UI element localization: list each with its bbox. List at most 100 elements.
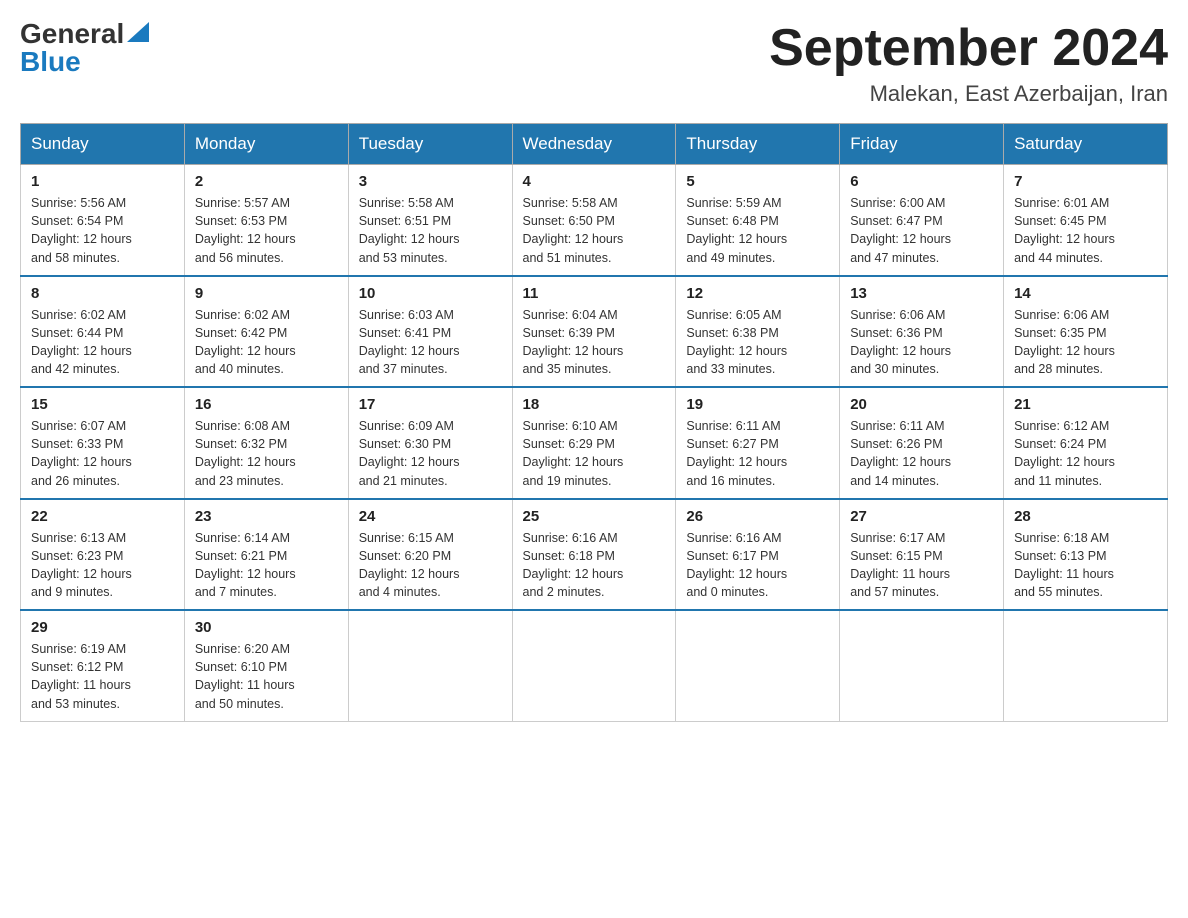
table-row: 18Sunrise: 6:10 AMSunset: 6:29 PMDayligh…: [512, 387, 676, 499]
day-info: Sunrise: 6:19 AMSunset: 6:12 PMDaylight:…: [31, 640, 174, 713]
day-info: Sunrise: 5:57 AMSunset: 6:53 PMDaylight:…: [195, 194, 338, 267]
day-number: 27: [850, 508, 993, 525]
table-row: [512, 610, 676, 721]
day-number: 20: [850, 396, 993, 413]
day-info: Sunrise: 6:11 AMSunset: 6:27 PMDaylight:…: [686, 417, 829, 490]
table-row: 24Sunrise: 6:15 AMSunset: 6:20 PMDayligh…: [348, 499, 512, 611]
title-area: September 2024 Malekan, East Azerbaijan,…: [769, 20, 1168, 107]
day-number: 17: [359, 396, 502, 413]
day-info: Sunrise: 5:59 AMSunset: 6:48 PMDaylight:…: [686, 194, 829, 267]
calendar-week-row: 1 Sunrise: 5:56 AMSunset: 6:54 PMDaylight…: [21, 165, 1168, 276]
logo-blue: Blue: [20, 48, 81, 76]
table-row: [1004, 610, 1168, 721]
logo-general: General: [20, 20, 124, 48]
day-info: Sunrise: 6:09 AMSunset: 6:30 PMDaylight:…: [359, 417, 502, 490]
day-info: Sunrise: 6:01 AMSunset: 6:45 PMDaylight:…: [1014, 194, 1157, 267]
table-row: 21 Sunrise: 6:12 AMSunset: 6:24 PMDayligh…: [1004, 387, 1168, 499]
day-info: Sunrise: 6:04 AMSunset: 6:39 PMDaylight:…: [523, 306, 666, 379]
day-info: Sunrise: 6:12 AMSunset: 6:24 PMDaylight:…: [1014, 417, 1157, 490]
day-info: Sunrise: 5:56 AMSunset: 6:54 PMDaylight:…: [31, 194, 174, 267]
day-number: 5: [686, 173, 829, 190]
day-info: Sunrise: 6:18 AMSunset: 6:13 PMDaylight:…: [1014, 529, 1157, 602]
table-row: 1 Sunrise: 5:56 AMSunset: 6:54 PMDaylight…: [21, 165, 185, 276]
table-row: 28 Sunrise: 6:18 AMSunset: 6:13 PMDayligh…: [1004, 499, 1168, 611]
table-row: 5 Sunrise: 5:59 AMSunset: 6:48 PMDaylight…: [676, 165, 840, 276]
table-row: 6 Sunrise: 6:00 AMSunset: 6:47 PMDaylight…: [840, 165, 1004, 276]
calendar-header-row: Sunday Monday Tuesday Wednesday Thursday…: [21, 124, 1168, 165]
table-row: 29 Sunrise: 6:19 AMSunset: 6:12 PMDayligh…: [21, 610, 185, 721]
logo-triangle-icon: [127, 22, 149, 42]
day-info: Sunrise: 6:11 AMSunset: 6:26 PMDaylight:…: [850, 417, 993, 490]
table-row: 10 Sunrise: 6:03 AMSunset: 6:41 PMDayligh…: [348, 276, 512, 388]
calendar-week-row: 29 Sunrise: 6:19 AMSunset: 6:12 PMDayligh…: [21, 610, 1168, 721]
day-info: Sunrise: 6:05 AMSunset: 6:38 PMDaylight:…: [686, 306, 829, 379]
day-number: 9: [195, 285, 338, 302]
table-row: [676, 610, 840, 721]
table-row: 19 Sunrise: 6:11 AMSunset: 6:27 PMDayligh…: [676, 387, 840, 499]
col-monday: Monday: [184, 124, 348, 165]
table-row: 9 Sunrise: 6:02 AMSunset: 6:42 PMDaylight…: [184, 276, 348, 388]
day-info: Sunrise: 6:16 AMSunset: 6:17 PMDaylight:…: [686, 529, 829, 602]
day-number: 11: [523, 285, 666, 302]
header: General Blue September 2024 Malekan, Eas…: [20, 20, 1168, 107]
day-number: 8: [31, 285, 174, 302]
day-number: 29: [31, 619, 174, 636]
day-number: 12: [686, 285, 829, 302]
calendar-week-row: 22 Sunrise: 6:13 AMSunset: 6:23 PMDayligh…: [21, 499, 1168, 611]
day-info: Sunrise: 6:14 AMSunset: 6:21 PMDaylight:…: [195, 529, 338, 602]
calendar-week-row: 8 Sunrise: 6:02 AMSunset: 6:44 PMDaylight…: [21, 276, 1168, 388]
logo: General Blue: [20, 20, 149, 76]
table-row: 8 Sunrise: 6:02 AMSunset: 6:44 PMDaylight…: [21, 276, 185, 388]
day-info: Sunrise: 6:03 AMSunset: 6:41 PMDaylight:…: [359, 306, 502, 379]
day-info: Sunrise: 5:58 AMSunset: 6:51 PMDaylight:…: [359, 194, 502, 267]
table-row: 15Sunrise: 6:07 AMSunset: 6:33 PMDayligh…: [21, 387, 185, 499]
col-friday: Friday: [840, 124, 1004, 165]
day-info: Sunrise: 6:02 AMSunset: 6:42 PMDaylight:…: [195, 306, 338, 379]
col-sunday: Sunday: [21, 124, 185, 165]
day-number: 4: [523, 173, 666, 190]
col-thursday: Thursday: [676, 124, 840, 165]
day-info: Sunrise: 6:17 AMSunset: 6:15 PMDaylight:…: [850, 529, 993, 602]
table-row: 16Sunrise: 6:08 AMSunset: 6:32 PMDayligh…: [184, 387, 348, 499]
table-row: 17 Sunrise: 6:09 AMSunset: 6:30 PMDayligh…: [348, 387, 512, 499]
day-info: Sunrise: 6:06 AMSunset: 6:36 PMDaylight:…: [850, 306, 993, 379]
day-number: 15: [31, 396, 174, 413]
table-row: 20 Sunrise: 6:11 AMSunset: 6:26 PMDayligh…: [840, 387, 1004, 499]
day-info: Sunrise: 6:00 AMSunset: 6:47 PMDaylight:…: [850, 194, 993, 267]
day-number: 23: [195, 508, 338, 525]
day-number: 14: [1014, 285, 1157, 302]
table-row: 2 Sunrise: 5:57 AMSunset: 6:53 PMDaylight…: [184, 165, 348, 276]
day-number: 10: [359, 285, 502, 302]
day-info: Sunrise: 5:58 AMSunset: 6:50 PMDaylight:…: [523, 194, 666, 267]
day-info: Sunrise: 6:13 AMSunset: 6:23 PMDaylight:…: [31, 529, 174, 602]
day-info: Sunrise: 6:08 AMSunset: 6:32 PMDaylight:…: [195, 417, 338, 490]
day-info: Sunrise: 6:02 AMSunset: 6:44 PMDaylight:…: [31, 306, 174, 379]
day-number: 3: [359, 173, 502, 190]
day-number: 19: [686, 396, 829, 413]
table-row: 27 Sunrise: 6:17 AMSunset: 6:15 PMDayligh…: [840, 499, 1004, 611]
table-row: 4 Sunrise: 5:58 AMSunset: 6:50 PMDaylight…: [512, 165, 676, 276]
table-row: 12 Sunrise: 6:05 AMSunset: 6:38 PMDayligh…: [676, 276, 840, 388]
day-number: 1: [31, 173, 174, 190]
day-number: 6: [850, 173, 993, 190]
day-info: Sunrise: 6:10 AMSunset: 6:29 PMDaylight:…: [523, 417, 666, 490]
day-number: 25: [523, 508, 666, 525]
table-row: [348, 610, 512, 721]
day-number: 26: [686, 508, 829, 525]
day-number: 2: [195, 173, 338, 190]
table-row: 23 Sunrise: 6:14 AMSunset: 6:21 PMDayligh…: [184, 499, 348, 611]
calendar-table: Sunday Monday Tuesday Wednesday Thursday…: [20, 123, 1168, 722]
table-row: [840, 610, 1004, 721]
table-row: 11 Sunrise: 6:04 AMSunset: 6:39 PMDayligh…: [512, 276, 676, 388]
day-number: 21: [1014, 396, 1157, 413]
day-info: Sunrise: 6:16 AMSunset: 6:18 PMDaylight:…: [523, 529, 666, 602]
day-number: 22: [31, 508, 174, 525]
table-row: 25 Sunrise: 6:16 AMSunset: 6:18 PMDayligh…: [512, 499, 676, 611]
col-wednesday: Wednesday: [512, 124, 676, 165]
calendar-week-row: 15Sunrise: 6:07 AMSunset: 6:33 PMDayligh…: [21, 387, 1168, 499]
table-row: 3 Sunrise: 5:58 AMSunset: 6:51 PMDaylight…: [348, 165, 512, 276]
day-number: 28: [1014, 508, 1157, 525]
table-row: 7Sunrise: 6:01 AMSunset: 6:45 PMDaylight…: [1004, 165, 1168, 276]
day-info: Sunrise: 6:20 AMSunset: 6:10 PMDaylight:…: [195, 640, 338, 713]
day-number: 30: [195, 619, 338, 636]
